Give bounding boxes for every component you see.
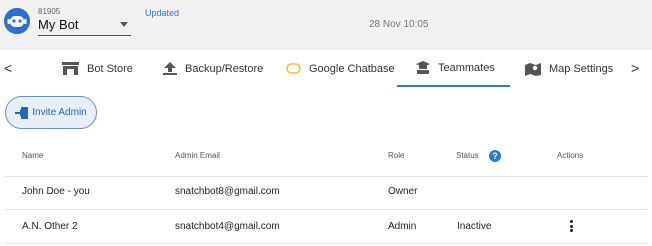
updated-status: Updated <box>145 8 180 18</box>
column-header-name: Name <box>22 151 44 160</box>
row-role: Admin <box>388 221 417 232</box>
tab-bot-store[interactable]: Bot Store <box>62 50 133 87</box>
tab-label: Map Settings <box>549 62 614 75</box>
help-icon[interactable]: ? <box>489 150 501 162</box>
row-name: John Doe - you <box>22 186 90 197</box>
row-email: snatchbot4@gmail.com <box>175 221 280 232</box>
invite-admin-button[interactable]: Invite Admin <box>5 96 97 129</box>
column-header-status: Status <box>456 151 479 160</box>
chatbase-icon <box>286 63 301 74</box>
bot-id: 81905 <box>38 7 61 16</box>
tab-backup-restore[interactable]: Backup/Restore <box>163 50 263 87</box>
column-header-role: Role <box>388 151 405 160</box>
divider <box>5 176 647 177</box>
row-name: A.N. Other 2 <box>22 221 78 232</box>
tab-label: Teammates <box>438 61 495 74</box>
teammates-icon <box>416 61 430 74</box>
row-role: Owner <box>388 186 418 197</box>
chevron-down-icon <box>120 22 128 27</box>
tab-scroll-left-icon[interactable]: < <box>4 60 12 76</box>
tab-google-chatbase[interactable]: Google Chatbase <box>286 50 395 87</box>
bot-face-icon <box>4 8 30 34</box>
more-actions-icon[interactable] <box>570 220 574 234</box>
map-icon <box>525 62 541 76</box>
bot-name: My Bot <box>38 17 79 32</box>
row-email: snatchbot8@gmail.com <box>175 186 280 197</box>
tab-teammates[interactable]: Teammates <box>397 50 510 87</box>
column-header-actions: Actions <box>557 151 584 160</box>
divider <box>5 243 647 244</box>
row-status: Inactive <box>457 221 492 232</box>
column-header-email: Admin Email <box>175 151 220 160</box>
datetime-display: 28 Nov 10:05 <box>369 19 429 30</box>
tab-label: Google Chatbase <box>309 62 395 75</box>
login-arrow-icon <box>15 106 29 119</box>
tab-label: Backup/Restore <box>185 62 264 75</box>
tab-label: Bot Store <box>87 62 133 75</box>
tab-map-settings[interactable]: Map Settings <box>525 50 613 87</box>
tab-bar: < Bot Store Backup/Restore Google Chatba… <box>0 50 652 87</box>
bot-selector[interactable]: 81905 My Bot <box>38 7 131 36</box>
invite-admin-label: Invite Admin <box>32 107 87 118</box>
divider <box>5 209 647 210</box>
bot-avatar[interactable] <box>4 8 30 34</box>
top-bar: 81905 My Bot Updated 28 Nov 10:05 <box>0 0 652 50</box>
tab-scroll-right-icon[interactable]: > <box>631 60 639 76</box>
store-icon <box>62 62 79 75</box>
upload-icon <box>163 62 177 75</box>
